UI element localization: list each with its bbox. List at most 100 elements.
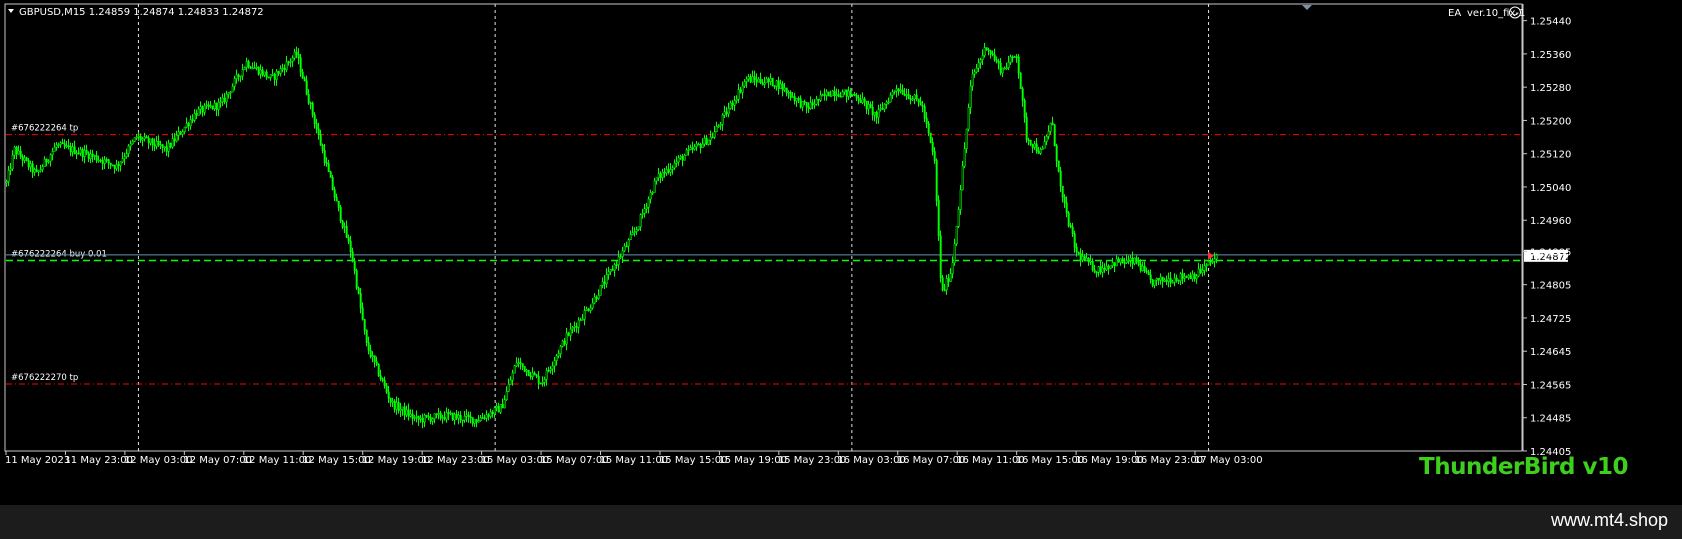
candle-body bbox=[747, 76, 750, 80]
candle-body bbox=[1173, 277, 1176, 283]
candle-body bbox=[349, 240, 352, 253]
candle-body bbox=[655, 177, 658, 182]
candle-body bbox=[727, 108, 730, 115]
candle-body bbox=[75, 152, 78, 155]
candle-body bbox=[899, 89, 902, 92]
candle-body bbox=[871, 106, 874, 116]
candle-body bbox=[551, 365, 554, 370]
candle-body bbox=[1029, 140, 1032, 145]
candle-body bbox=[709, 136, 712, 141]
candle-body bbox=[197, 108, 200, 116]
candle-body bbox=[1007, 61, 1010, 69]
candle-body bbox=[801, 101, 804, 108]
candle-body bbox=[713, 131, 716, 138]
candle-body bbox=[599, 285, 602, 296]
candle-body bbox=[325, 162, 328, 164]
candle-body bbox=[1155, 278, 1158, 281]
candle-body bbox=[673, 162, 676, 169]
time-tick-label: 15 May 19:00 bbox=[718, 455, 787, 466]
candle-body bbox=[687, 149, 690, 151]
candle-body bbox=[43, 158, 46, 168]
price-tick-label: 1.25440 bbox=[1530, 17, 1571, 28]
candle-body bbox=[283, 67, 286, 71]
time-tick-label: 17 May 03:00 bbox=[1194, 455, 1263, 466]
candle-body bbox=[633, 231, 636, 233]
candle-body bbox=[385, 385, 388, 393]
candle-body bbox=[669, 169, 672, 173]
candle-body bbox=[1135, 257, 1138, 263]
candle-body bbox=[303, 77, 306, 82]
candle-body bbox=[401, 406, 404, 410]
candle-body bbox=[743, 81, 746, 87]
candle-body bbox=[1095, 271, 1098, 274]
candle-body bbox=[767, 78, 770, 82]
price-chart[interactable]: #676222264 tp#676222270 tp#676222264 buy… bbox=[0, 0, 1682, 505]
candle-body bbox=[367, 342, 370, 351]
candle-body bbox=[923, 106, 926, 119]
candle-body bbox=[525, 369, 528, 372]
candle-body bbox=[661, 171, 664, 178]
candle-body bbox=[353, 260, 356, 271]
candle-body bbox=[805, 102, 808, 108]
candle-body bbox=[311, 102, 314, 116]
candle-body bbox=[541, 381, 544, 384]
candle-body bbox=[559, 346, 562, 355]
candle-body bbox=[467, 414, 470, 418]
candle-body bbox=[225, 93, 228, 103]
candle-body bbox=[257, 66, 260, 75]
candle-body bbox=[87, 152, 90, 159]
candle-body bbox=[1137, 261, 1140, 265]
candle-body bbox=[165, 146, 168, 152]
time-tick-label: 15 May 03:00 bbox=[481, 455, 550, 466]
candle-body bbox=[331, 177, 334, 190]
candle-body bbox=[39, 169, 42, 172]
time-tick-label: 12 May 11:00 bbox=[243, 455, 312, 466]
candle-body bbox=[751, 76, 754, 83]
candle-body bbox=[1127, 260, 1130, 262]
candle-body bbox=[445, 412, 448, 420]
candle-body bbox=[409, 413, 412, 417]
candle-body bbox=[917, 98, 920, 103]
candle-body bbox=[1177, 280, 1180, 282]
candle-body bbox=[775, 80, 778, 87]
candle-body bbox=[1033, 143, 1036, 148]
candle-body bbox=[657, 173, 660, 179]
candle-body bbox=[499, 404, 502, 413]
candle-body bbox=[419, 417, 422, 420]
candle-body bbox=[839, 95, 842, 98]
price-tick-label: 1.24645 bbox=[1530, 347, 1571, 358]
candle-body bbox=[645, 206, 648, 210]
candle-body bbox=[329, 171, 332, 178]
candle-body bbox=[1185, 276, 1188, 278]
price-tick-label: 1.25040 bbox=[1530, 183, 1571, 194]
candle-body bbox=[1039, 149, 1042, 154]
candle-body bbox=[261, 69, 264, 76]
candle-body bbox=[927, 123, 930, 134]
candle-body bbox=[413, 417, 416, 419]
candle-body bbox=[613, 264, 616, 271]
candle-body bbox=[557, 353, 560, 357]
candle-body bbox=[333, 189, 336, 198]
candle-body bbox=[397, 402, 400, 411]
candle-body bbox=[987, 49, 990, 52]
candle-body bbox=[537, 375, 540, 384]
candle-body bbox=[393, 400, 396, 410]
candle-body bbox=[297, 54, 300, 59]
candle-body bbox=[955, 226, 958, 245]
candle-body bbox=[1149, 274, 1152, 281]
candle-body bbox=[861, 98, 864, 103]
candle-body bbox=[835, 94, 838, 96]
candle-body bbox=[921, 105, 924, 107]
price-tick-label: 1.25360 bbox=[1530, 50, 1571, 61]
candle-body bbox=[1015, 56, 1018, 58]
candle-body bbox=[975, 67, 978, 73]
candle-body bbox=[21, 156, 24, 161]
candle-body bbox=[187, 123, 190, 127]
candle-body bbox=[169, 142, 172, 148]
candle-body bbox=[549, 368, 552, 371]
candle-body bbox=[1081, 256, 1084, 261]
candle-body bbox=[1209, 261, 1212, 263]
time-tick-label: 16 May 11:00 bbox=[956, 455, 1025, 466]
candle-body bbox=[789, 91, 792, 98]
candle-body bbox=[1191, 273, 1194, 280]
